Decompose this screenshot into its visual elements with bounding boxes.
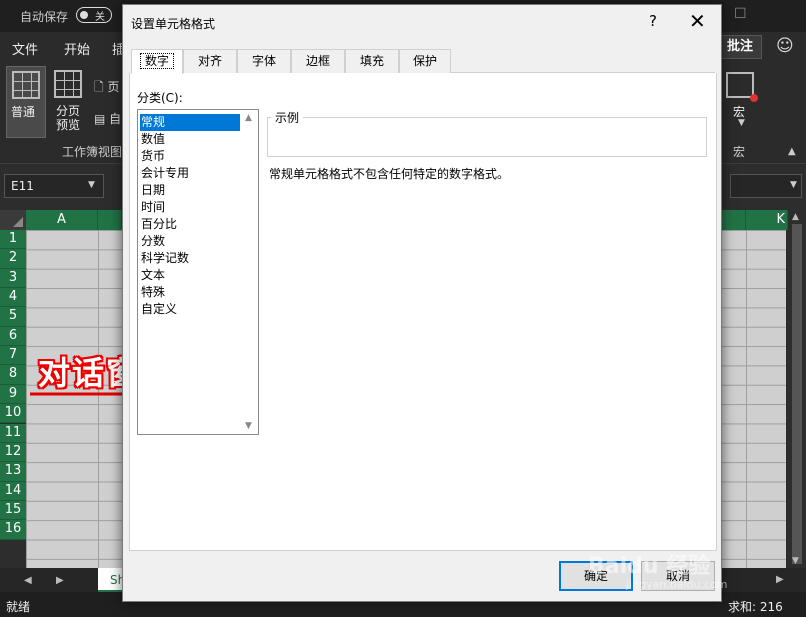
normal-view-button[interactable]: 普通 bbox=[6, 66, 46, 138]
sample-box bbox=[267, 117, 707, 157]
grid-icon bbox=[12, 71, 40, 99]
hscroll-right-icon[interactable]: ▶ bbox=[776, 574, 784, 585]
workbook-views-group-label: 工作簿视图 bbox=[62, 145, 123, 159]
row-header[interactable]: 9 bbox=[0, 384, 26, 405]
vertical-scrollbar[interactable]: ▲ ▼ bbox=[788, 210, 806, 568]
row-header[interactable]: 6 bbox=[0, 326, 26, 347]
category-item[interactable]: 科学记数 bbox=[140, 250, 240, 267]
row-header[interactable]: 15 bbox=[0, 500, 26, 521]
status-ready: 就绪 bbox=[6, 600, 31, 614]
category-scrollbar[interactable]: ▲ ▼ bbox=[242, 110, 258, 434]
collapse-ribbon-icon[interactable]: ▲ bbox=[788, 146, 796, 157]
scroll-up-icon[interactable]: ▲ bbox=[245, 113, 252, 123]
tab-font[interactable]: 字体 bbox=[237, 49, 291, 73]
menu-home[interactable]: 开始 bbox=[64, 39, 90, 58]
row-header[interactable]: 1 bbox=[0, 230, 26, 250]
tab-fill[interactable]: 填充 bbox=[345, 49, 399, 73]
scroll-thumb[interactable] bbox=[792, 224, 802, 564]
scroll-down-icon[interactable]: ▼ bbox=[245, 421, 252, 431]
autosave-state: 关 bbox=[95, 12, 105, 23]
category-item[interactable]: 常规 bbox=[140, 114, 240, 131]
category-item[interactable]: 分数 bbox=[140, 233, 240, 250]
select-all-corner[interactable] bbox=[0, 210, 26, 230]
row-header[interactable]: 16 bbox=[0, 520, 26, 540]
scroll-down-icon[interactable]: ▼ bbox=[792, 556, 799, 566]
tab-protection[interactable]: 保护 bbox=[399, 49, 451, 73]
normal-view-label: 普通 bbox=[11, 105, 36, 119]
row-header[interactable]: 14 bbox=[0, 481, 26, 501]
dialog-title: 设置单元格格式 bbox=[131, 17, 216, 31]
scroll-up-icon[interactable]: ▲ bbox=[792, 212, 799, 222]
sheet-prev-icon[interactable]: ◀ bbox=[24, 575, 32, 586]
column-header[interactable] bbox=[98, 210, 122, 230]
category-item[interactable]: 自定义 bbox=[140, 301, 240, 318]
custom-view-label: 自 bbox=[109, 112, 122, 126]
page-break-label-2: 预览 bbox=[56, 118, 81, 132]
name-box-dropdown-icon[interactable]: ▼ bbox=[88, 180, 95, 190]
category-label: 分类(C): bbox=[137, 91, 183, 105]
macro-group-label: 宏 bbox=[733, 145, 746, 159]
category-item[interactable]: 文本 bbox=[140, 267, 240, 284]
feedback-smiley-icon[interactable]: ☺ bbox=[776, 36, 794, 56]
status-sum: 求和: 216 bbox=[728, 600, 783, 614]
tab-number[interactable]: 数字 bbox=[131, 49, 183, 74]
category-item[interactable]: 时间 bbox=[140, 199, 240, 216]
category-item[interactable]: 特殊 bbox=[140, 284, 240, 301]
row-header[interactable]: 13 bbox=[0, 462, 26, 482]
tab-alignment[interactable]: 对齐 bbox=[183, 49, 237, 73]
close-icon[interactable]: ✕ bbox=[689, 9, 706, 33]
row-header[interactable]: 10 bbox=[0, 404, 26, 424]
autosave-toggle[interactable]: 关 bbox=[76, 7, 112, 23]
tab-border[interactable]: 边框 bbox=[291, 49, 345, 73]
column-header-k[interactable]: K bbox=[746, 210, 788, 230]
row-header[interactable]: 3 bbox=[0, 268, 26, 289]
sample-label: 示例 bbox=[271, 109, 304, 126]
sheet-next-icon[interactable]: ▶ bbox=[56, 575, 64, 586]
format-cells-dialog: 设置单元格格式 ? ✕ 数字 对齐 字体 边框 填充 保护 分类(C): 常规数… bbox=[122, 4, 722, 602]
tab-label: 数字 bbox=[139, 53, 174, 69]
row-header[interactable]: 4 bbox=[0, 288, 26, 308]
baidu-watermark-url: jingyan.baidu.com bbox=[626, 578, 728, 591]
menu-file[interactable]: 文件 bbox=[12, 39, 38, 58]
row-header[interactable]: 8 bbox=[0, 365, 26, 385]
formula-expand-icon[interactable]: ▼ bbox=[790, 180, 797, 190]
page-layout-label: 页 bbox=[107, 80, 120, 94]
macro-icon[interactable] bbox=[726, 72, 758, 102]
autosave-label: 自动保存 bbox=[20, 10, 69, 24]
category-item[interactable]: 日期 bbox=[140, 182, 240, 199]
custom-view-button[interactable]: ▤ 自 bbox=[94, 110, 121, 127]
column-header[interactable] bbox=[722, 210, 746, 230]
page-break-icon[interactable] bbox=[54, 70, 82, 98]
category-item[interactable]: 货币 bbox=[140, 148, 240, 165]
format-description: 常规单元格格式不包含任何特定的数字格式。 bbox=[269, 167, 510, 181]
help-icon[interactable]: ? bbox=[649, 12, 657, 30]
chevron-down-icon[interactable]: ▼ bbox=[738, 118, 745, 128]
row-header[interactable]: 11 bbox=[0, 423, 26, 443]
category-item[interactable]: 百分比 bbox=[140, 216, 240, 233]
category-item[interactable]: 会计专用 bbox=[140, 165, 240, 182]
comments-button[interactable]: 批注 bbox=[718, 35, 762, 59]
toggle-knob bbox=[80, 11, 88, 19]
row-header[interactable]: 5 bbox=[0, 307, 26, 327]
minimize-icon[interactable]: ☐ bbox=[734, 6, 747, 22]
row-header[interactable]: 12 bbox=[0, 442, 26, 463]
baidu-watermark: Baidu 经验 bbox=[588, 554, 711, 579]
row-header[interactable]: 7 bbox=[0, 346, 26, 366]
row-header[interactable]: 2 bbox=[0, 249, 26, 269]
category-item[interactable]: 数值 bbox=[140, 131, 240, 148]
category-list[interactable]: 常规 数值 货币 会计专用 日期 时间 百分比 分数 科学记数 文本 特殊 自定义 ▲ ▼ bbox=[137, 109, 259, 435]
column-header-a[interactable]: A bbox=[26, 210, 98, 230]
page-layout-button[interactable]: 🗋 页 bbox=[94, 78, 119, 99]
page-break-label-1: 分页 bbox=[56, 104, 81, 118]
